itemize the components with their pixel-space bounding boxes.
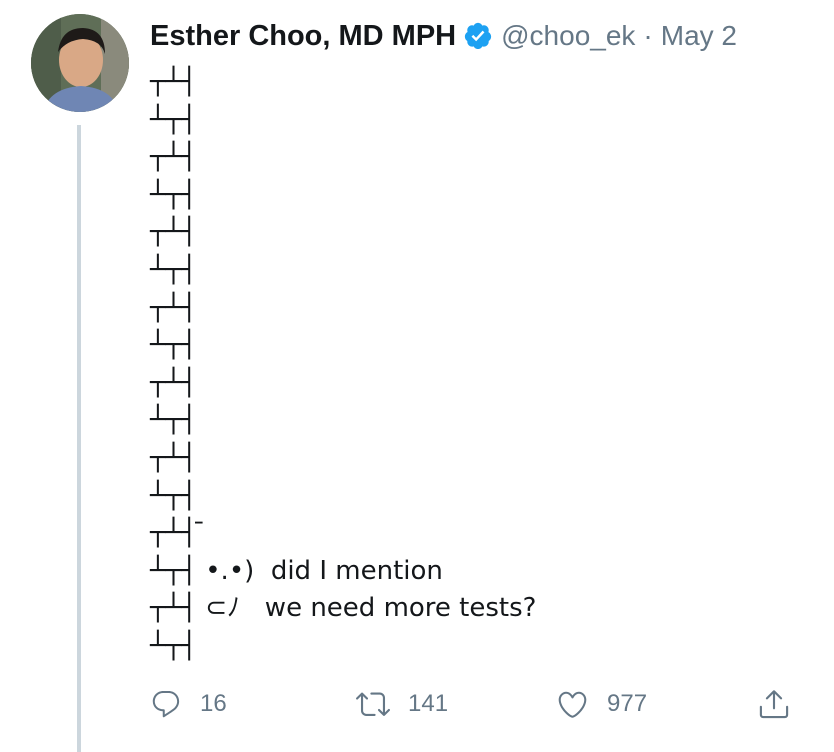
author-handle[interactable]: @choo_ek (501, 20, 635, 52)
reply-button[interactable]: 16 (150, 682, 227, 726)
share-icon (759, 690, 789, 719)
retweet-count: 141 (408, 690, 449, 717)
tweet: Esther Choo, MD MPH @choo_ek · May 2 ┬┴┤… (0, 0, 834, 752)
heart-icon (558, 691, 587, 718)
like-button[interactable]: 977 (556, 682, 647, 726)
header-separator: · (643, 20, 653, 51)
tweet-text: ┬┴┤ ┴┬┤ ┬┴┤ ┴┬┤ ┬┴┤ ┴┬┤ ┬┴┤ ┴┬┤ ┬┴┤ ┴┬┤ … (150, 67, 537, 661)
verified-badge-icon (463, 21, 493, 51)
like-count: 977 (607, 690, 648, 717)
tweet-actions: 16 141 977 (0, 682, 834, 726)
tweet-header: Esther Choo, MD MPH @choo_ek · May 2 (150, 16, 737, 56)
share-button[interactable] (757, 682, 791, 726)
reply-icon (152, 690, 180, 718)
reply-count: 16 (200, 690, 227, 717)
profile-photo (31, 14, 129, 112)
retweet-button[interactable]: 141 (356, 682, 448, 726)
avatar[interactable] (31, 14, 129, 112)
tweet-date[interactable]: May 2 (661, 20, 737, 52)
thread-connector-line (77, 125, 81, 752)
retweet-icon (356, 692, 390, 716)
author-display-name[interactable]: Esther Choo, MD MPH (150, 20, 456, 53)
